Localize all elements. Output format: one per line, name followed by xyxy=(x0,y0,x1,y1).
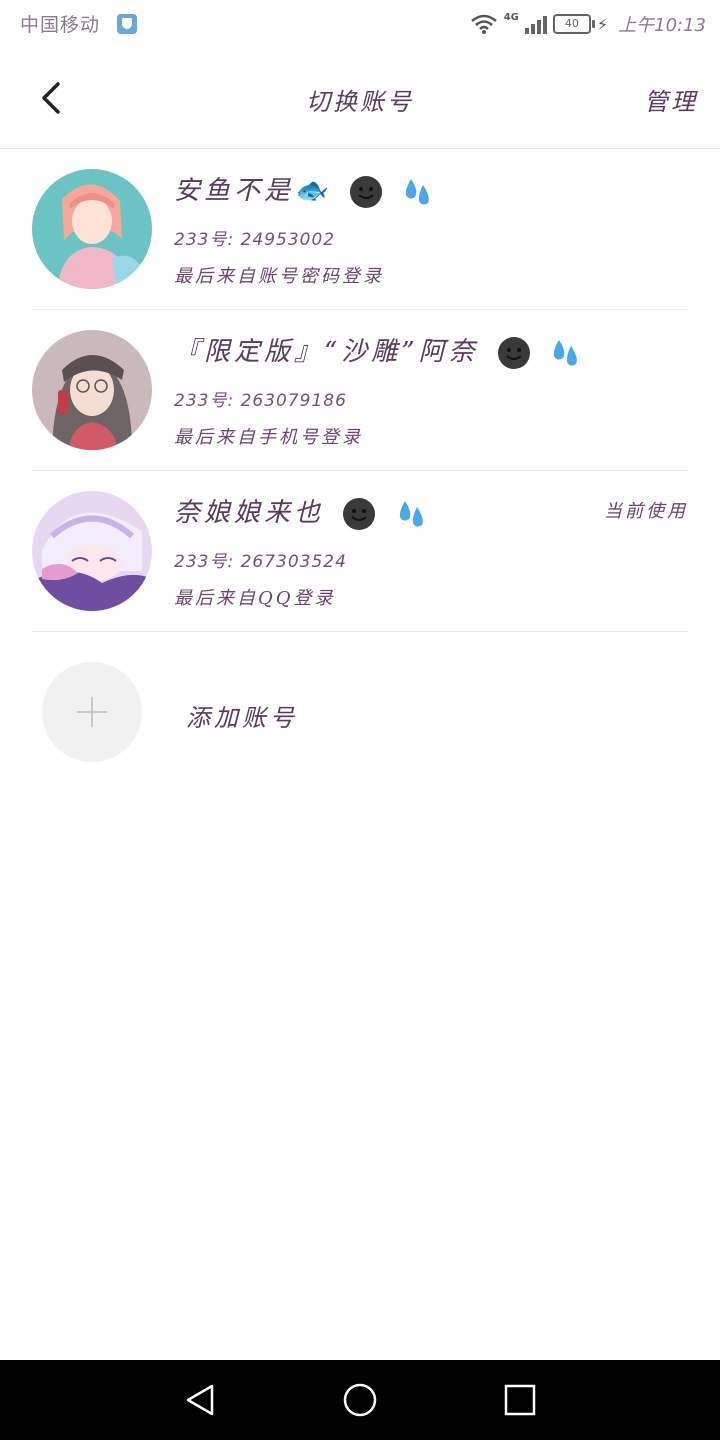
avatar xyxy=(32,330,152,450)
sweat-drops-icon xyxy=(405,179,429,205)
plus-icon[interactable] xyxy=(42,662,142,762)
dark-smiley-icon xyxy=(349,176,382,208)
add-account-button[interactable]: 添加账号 xyxy=(32,632,688,792)
dark-smiley-icon xyxy=(497,337,530,369)
status-bar: 中国移动 4G 40 ⚡ 上午10:13 xyxy=(0,0,720,48)
sweat-drops-icon xyxy=(399,501,423,527)
account-info: 安鱼不是🐟 233号: 24953002 最后来自账号密码登录 xyxy=(174,171,435,288)
status-indicators: 4G 40 ⚡ 上午10:13 xyxy=(470,10,706,38)
page-title: 切换账号 xyxy=(306,88,414,116)
account-list: 安鱼不是🐟 233号: 24953002 最后来自账号密码登录 『限定版』“沙雕… xyxy=(32,149,688,632)
add-account-label: 添加账号 xyxy=(186,704,298,732)
account-id: 233号: 263079186 xyxy=(174,391,347,411)
account-name: 奈娘娘来也 xyxy=(174,493,429,533)
sweat-drops-icon xyxy=(553,340,577,366)
account-row[interactable]: 奈娘娘来也 233号: 267303524 最后来自QQ登录 当前使用 xyxy=(32,471,688,632)
account-name-text: 奈娘娘来也 xyxy=(174,498,325,528)
wifi-icon xyxy=(470,14,497,34)
current-account-badge: 当前使用 xyxy=(604,501,688,522)
account-name: 『限定版』“沙雕”阿奈 xyxy=(174,332,583,372)
nav-home-icon[interactable] xyxy=(340,1380,380,1420)
account-row[interactable]: 安鱼不是🐟 233号: 24953002 最后来自账号密码登录 xyxy=(32,149,688,310)
nav-recent-icon[interactable] xyxy=(500,1380,540,1420)
app-header: 切换账号 管理 xyxy=(0,48,720,149)
account-id: 233号: 24953002 xyxy=(174,230,336,250)
avatar-image xyxy=(32,491,152,611)
nav-back-icon[interactable] xyxy=(180,1380,220,1420)
account-name-text: 安鱼不是🐟 xyxy=(174,176,331,206)
account-name: 安鱼不是🐟 xyxy=(174,171,435,211)
avatar xyxy=(32,169,152,289)
avatar-image xyxy=(32,330,152,450)
account-id: 233号: 267303524 xyxy=(174,552,347,572)
account-info: 『限定版』“沙雕”阿奈 233号: 263079186 最后来自手机号登录 xyxy=(174,332,583,449)
account-row[interactable]: 『限定版』“沙雕”阿奈 233号: 263079186 最后来自手机号登录 xyxy=(32,310,688,471)
shield-icon xyxy=(117,14,137,34)
account-info: 奈娘娘来也 233号: 267303524 最后来自QQ登录 xyxy=(174,493,429,610)
last-login: 最后来自账号密码登录 xyxy=(174,266,384,287)
avatar xyxy=(32,491,152,611)
account-name-text: 『限定版』“沙雕”阿奈 xyxy=(174,337,479,367)
last-login: 最后来自手机号登录 xyxy=(174,427,363,448)
network-type: 4G xyxy=(503,11,519,23)
last-login: 最后来自QQ登录 xyxy=(174,588,336,609)
dark-smiley-icon xyxy=(343,498,376,530)
clock: 上午10:13 xyxy=(618,15,706,36)
battery-icon: 40 xyxy=(552,14,595,34)
navigation-bar xyxy=(0,1360,720,1440)
avatar-image xyxy=(32,169,152,289)
manage-button[interactable]: 管理 xyxy=(644,82,698,117)
carrier-name: 中国移动 xyxy=(20,14,101,36)
charging-icon: ⚡ xyxy=(596,14,609,34)
signal-icon xyxy=(524,14,547,34)
